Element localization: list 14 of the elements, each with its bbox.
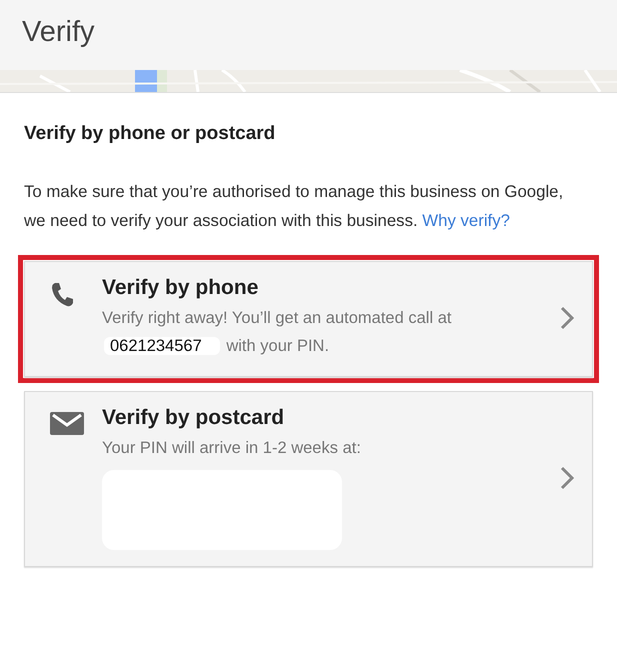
phone-icon — [50, 282, 74, 308]
envelope-icon — [50, 412, 84, 435]
chevron-right-icon — [560, 306, 574, 330]
option-description: Your PIN will arrive in 1-2 weeks at: — [102, 438, 361, 459]
why-verify-link[interactable]: Why verify? — [422, 211, 510, 230]
option-title: Verify by phone — [102, 276, 258, 300]
verify-option-card[interactable]: Verify by postcard Your PIN will arrive in 1-2 weeks at: — [24, 391, 593, 567]
option-description: Verify right away! You’ll get an automated call at 0621234567 with your PIN. — [102, 308, 452, 357]
chevron-right-icon — [560, 466, 574, 490]
option-title: Verify by postcard — [102, 406, 284, 430]
verify-option-card[interactable]: Verify by phone Verify right away! You’ll get an automated call at 0621234567 with your PIN. — [24, 261, 593, 377]
section-heading: Verify by phone or postcard — [24, 123, 276, 145]
intro-paragraph: To make sure that you’re authorised to manage this business on Google, we need to verify your association with this business. Why verify? — [24, 181, 564, 232]
page-title: Verify — [22, 16, 95, 49]
